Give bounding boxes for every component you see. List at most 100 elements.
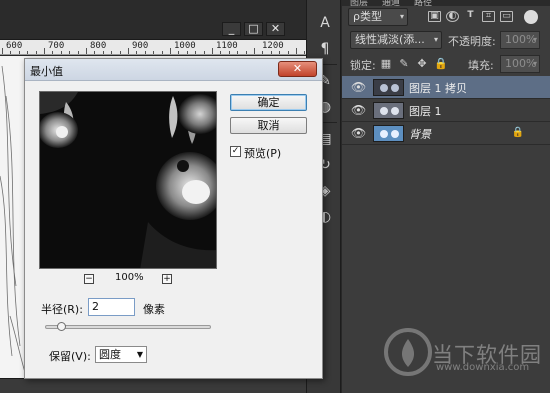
chevron-down-icon: ▼ bbox=[136, 350, 143, 359]
visibility-eye-icon[interactable]: 👁 bbox=[351, 81, 366, 93]
ruler-tick bbox=[60, 51, 62, 54]
tab-paths[interactable]: 路径 bbox=[414, 0, 432, 8]
ruler-tick bbox=[170, 48, 171, 54]
chevron-down-icon: ▾ bbox=[433, 35, 438, 44]
opacity-field[interactable]: 100% ▾ bbox=[500, 31, 540, 49]
layer-thumbnail bbox=[373, 102, 404, 119]
layer-row[interactable]: 👁 背景 🔒 bbox=[342, 122, 550, 145]
layer-name: 图层 1 拷贝 bbox=[409, 82, 467, 95]
layer-name: 背景 bbox=[409, 128, 431, 141]
ruler-tick bbox=[245, 51, 247, 54]
lock-image-icon[interactable]: ✎ bbox=[398, 58, 410, 70]
adjustment-filter-icon[interactable]: ◐ bbox=[446, 11, 459, 22]
opacity-value: 100% bbox=[505, 33, 537, 46]
ruler-tick bbox=[128, 48, 129, 54]
ruler-tick bbox=[254, 48, 255, 54]
ruler-label: 800 bbox=[90, 41, 107, 51]
opacity-label: 不透明度: bbox=[448, 35, 496, 48]
fill-field[interactable]: 100% ▾ bbox=[500, 55, 540, 73]
dialog-close-button[interactable]: ✕ bbox=[278, 61, 317, 77]
ruler-label: 1000 bbox=[174, 41, 196, 51]
smart-object-filter-icon[interactable]: ▭ bbox=[500, 11, 513, 22]
cancel-button[interactable]: 取消 bbox=[230, 117, 307, 134]
ruler-label: 1100 bbox=[216, 41, 238, 51]
ruler-tick bbox=[220, 51, 222, 54]
paragraph-icon[interactable]: ¶ bbox=[316, 40, 334, 58]
type-filter-icon[interactable]: T bbox=[464, 11, 477, 22]
zoom-in-button[interactable]: + bbox=[162, 274, 172, 284]
ruler-tick bbox=[186, 51, 188, 54]
close-window-button[interactable]: ✕ bbox=[266, 22, 285, 36]
lock-position-icon[interactable]: ✥ bbox=[416, 58, 428, 70]
ruler-tick bbox=[119, 51, 121, 54]
layer-thumbnail bbox=[373, 79, 404, 96]
tab-layers[interactable]: 图层 bbox=[350, 0, 368, 8]
layer-filter-label: ρ类型 bbox=[353, 10, 382, 23]
filter-toggle-icon[interactable] bbox=[524, 10, 538, 24]
ruler-tick bbox=[77, 51, 79, 54]
preview-label: 预览(P) bbox=[244, 147, 282, 160]
restore-button[interactable]: □ bbox=[244, 22, 263, 36]
ruler-tick bbox=[144, 51, 146, 54]
layer-row[interactable]: 👁 图层 1 bbox=[342, 99, 550, 122]
visibility-eye-icon[interactable]: 👁 bbox=[351, 127, 366, 139]
ruler-tick bbox=[203, 51, 205, 54]
fill-label: 填充: bbox=[468, 59, 494, 72]
shape-filter-icon[interactable]: ⌗ bbox=[482, 11, 495, 22]
layer-row[interactable]: 👁 图层 1 拷贝 bbox=[342, 76, 550, 99]
ruler-tick bbox=[27, 51, 29, 54]
ruler-tick bbox=[86, 48, 87, 54]
ruler-tick bbox=[69, 51, 71, 54]
lock-label: 锁定: bbox=[350, 59, 376, 72]
character-icon[interactable]: A bbox=[316, 14, 334, 32]
zoom-value: 100% bbox=[115, 272, 144, 283]
filter-preview[interactable] bbox=[39, 91, 217, 269]
photoshop-workspace: _ □ ✕ 600 700 800 900 1000 1100 1200 A ¶ bbox=[0, 0, 550, 393]
visibility-eye-icon[interactable]: 👁 bbox=[351, 104, 366, 116]
ruler-tick bbox=[195, 51, 197, 54]
canvas-status-bar bbox=[0, 378, 306, 393]
ruler-tick bbox=[153, 51, 155, 54]
radius-input[interactable]: 2 bbox=[88, 298, 135, 316]
preserve-label: 保留(V): bbox=[49, 350, 91, 363]
ruler-tick bbox=[237, 51, 239, 54]
zoom-out-button[interactable]: − bbox=[84, 274, 94, 284]
ok-button[interactable]: 确定 bbox=[230, 94, 307, 111]
ruler-tick bbox=[287, 51, 289, 54]
dialog-titlebar[interactable]: 最小值 ✕ bbox=[25, 59, 322, 81]
pixel-filter-icon[interactable]: ▣ bbox=[428, 11, 441, 22]
radius-unit: 像素 bbox=[143, 303, 165, 316]
blend-mode-select[interactable]: 线性减淡(添... ▾ bbox=[350, 31, 442, 49]
dialog-title: 最小值 bbox=[30, 65, 63, 78]
radius-slider-track[interactable] bbox=[45, 325, 211, 329]
lock-icon: 🔒 bbox=[511, 127, 524, 138]
ruler-label: 900 bbox=[132, 41, 149, 51]
ruler-tick bbox=[296, 48, 297, 54]
ruler-tick bbox=[212, 48, 213, 54]
ruler-tick bbox=[136, 51, 138, 54]
ruler-tick bbox=[18, 51, 20, 54]
ruler-label: 600 bbox=[6, 41, 23, 51]
ruler-tick bbox=[262, 51, 264, 54]
tab-channels[interactable]: 通道 bbox=[382, 0, 400, 8]
layer-thumbnail bbox=[373, 125, 404, 142]
lock-transparent-icon[interactable]: ▦ bbox=[380, 58, 392, 70]
blend-mode-value: 线性减淡(添... bbox=[355, 33, 425, 46]
ruler-tick bbox=[44, 48, 45, 54]
layer-filter-select[interactable]: ρ类型 ▾ bbox=[348, 8, 408, 26]
ruler-tick bbox=[102, 51, 104, 54]
radius-slider-thumb[interactable] bbox=[57, 322, 67, 331]
ruler-tick bbox=[228, 51, 230, 54]
ruler-tick bbox=[111, 51, 113, 54]
lock-all-icon[interactable]: 🔒 bbox=[434, 58, 448, 70]
ruler-tick bbox=[270, 51, 272, 54]
preserve-select[interactable]: 圆度 ▼ bbox=[95, 346, 147, 363]
panel-tabs: 图层 通道 路径 bbox=[342, 0, 550, 8]
ruler-tick bbox=[10, 51, 12, 54]
ruler-tick bbox=[52, 51, 54, 54]
watermark-url: www.downxia.com bbox=[436, 362, 530, 373]
preview-checkbox[interactable]: ✓ bbox=[230, 146, 241, 157]
minimize-button[interactable]: _ bbox=[222, 22, 241, 36]
radius-label: 半径(R): bbox=[41, 303, 83, 316]
preview-image bbox=[40, 92, 216, 268]
